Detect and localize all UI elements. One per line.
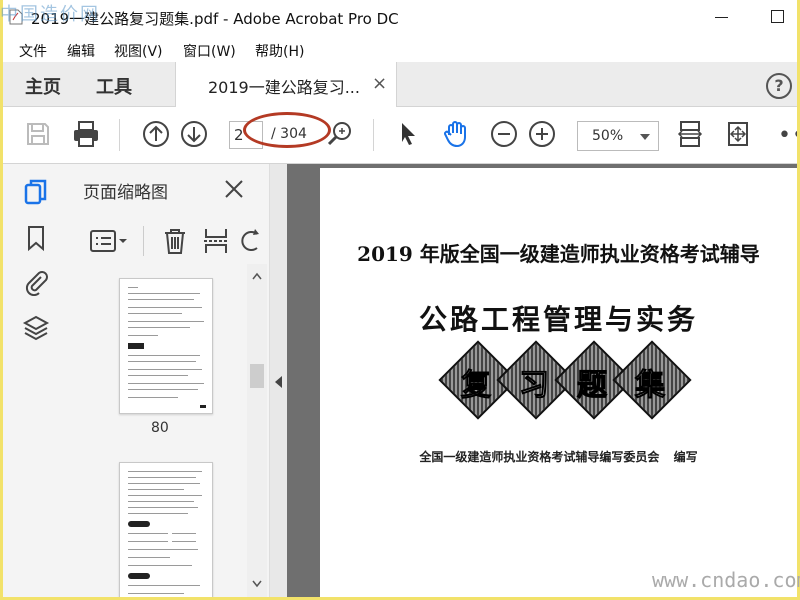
document-subject: 公路工程管理与实务 — [418, 303, 698, 336]
layers-icon[interactable] — [22, 314, 50, 342]
bookmark-icon[interactable] — [22, 224, 50, 252]
page-thumbnail[interactable] — [119, 278, 213, 414]
fit-width-icon[interactable] — [675, 119, 705, 149]
panel-title: 页面缩略图 — [83, 183, 168, 203]
collapse-arrow-icon — [275, 376, 282, 388]
hand-tool-icon[interactable] — [441, 119, 471, 149]
document-author: 全国一级建造师执业资格考试辅导编写委员会 编写 — [419, 450, 698, 464]
toolbar: 2 / 304 50% • — [3, 107, 797, 164]
toolbar-separator — [119, 119, 120, 151]
delete-page-icon[interactable] — [161, 226, 189, 256]
review-char: 题 — [577, 368, 608, 404]
navigation-rail — [3, 164, 62, 597]
print-icon[interactable] — [71, 119, 101, 149]
tab-home[interactable]: 主页 — [25, 73, 61, 99]
review-title: 复 习 题 集 — [438, 340, 692, 420]
chevron-down-icon — [640, 134, 650, 140]
next-page-icon[interactable] — [179, 119, 209, 149]
panel-tools-separator — [143, 226, 144, 256]
scrollbar-thumb[interactable] — [250, 364, 264, 388]
toolbar-separator — [373, 119, 374, 151]
menu-view[interactable]: 视图(V) — [114, 41, 163, 61]
save-icon[interactable] — [23, 119, 53, 149]
panel-collapse-handle[interactable] — [269, 164, 288, 597]
more-tools-icon[interactable]: ••• — [778, 123, 797, 148]
menu-bar: 文件 编辑 视图(V) 窗口(W) 帮助(H) — [3, 36, 797, 62]
acrobat-window: 2019一建公路复习题集.pdf - Adobe Acrobat Pro DC … — [3, 0, 797, 597]
minimize-button[interactable] — [715, 17, 728, 18]
tab-document[interactable]: 2019一建公路复习... × — [175, 62, 397, 107]
scroll-up-icon[interactable] — [252, 272, 262, 280]
menu-file[interactable]: 文件 — [19, 41, 47, 61]
insert-page-icon[interactable] — [201, 226, 231, 256]
thumbnail-page-label: 80 — [151, 420, 169, 436]
page-thumbnails-icon[interactable] — [22, 178, 50, 206]
review-char: 复 — [461, 368, 492, 404]
title-bar: 2019一建公路复习题集.pdf - Adobe Acrobat Pro DC — [3, 0, 797, 36]
tab-bar: 主页 工具 — [3, 62, 797, 107]
select-cursor-icon[interactable] — [393, 119, 423, 149]
zoom-out-icon[interactable] — [489, 119, 519, 149]
help-icon[interactable]: ? — [766, 73, 792, 99]
watermark-bottom: www.cndao.com — [652, 568, 800, 592]
page-thumbnail[interactable] — [119, 462, 213, 597]
menu-window[interactable]: 窗口(W) — [183, 41, 236, 61]
review-char: 习 — [519, 368, 550, 404]
rotate-page-icon[interactable] — [241, 226, 263, 256]
zoom-value: 50% — [592, 128, 624, 144]
thumbnail-scrollbar[interactable] — [247, 264, 267, 597]
menu-edit[interactable]: 编辑 — [67, 41, 95, 61]
zoom-dropdown[interactable]: 50% — [577, 121, 659, 151]
review-char: 集 — [635, 368, 666, 404]
thumbnail-toolbar — [61, 220, 269, 264]
watermark-top: 中国造价网 — [0, 4, 100, 25]
page-highlight-ellipse — [243, 112, 331, 148]
options-menu-icon[interactable] — [89, 228, 129, 254]
document-page: 2019 年版全国一级建造师执业资格考试辅导 公路工程管理与实务 复 习 题 集… — [320, 168, 797, 597]
thumbnail-panel: 页面缩略图 80 — [61, 164, 269, 597]
close-icon[interactable] — [223, 178, 245, 200]
document-heading: 2019 年版全国一级建造师执业资格考试辅导 — [357, 242, 760, 266]
thumbnail-list: 80 — [61, 264, 247, 597]
attachment-icon[interactable] — [22, 268, 50, 296]
zoom-in-icon[interactable] — [527, 119, 557, 149]
menu-help[interactable]: 帮助(H) — [255, 41, 304, 61]
close-tab-icon[interactable]: × — [372, 73, 387, 94]
document-viewer[interactable]: 2019 年版全国一级建造师执业资格考试辅导 公路工程管理与实务 复 习 题 集… — [287, 164, 797, 597]
document-tab-label: 2019一建公路复习... — [208, 78, 360, 97]
maximize-button[interactable] — [771, 10, 784, 23]
previous-page-icon[interactable] — [141, 119, 171, 149]
tab-tools[interactable]: 工具 — [96, 73, 132, 99]
full-screen-icon[interactable] — [723, 119, 753, 149]
scroll-down-icon[interactable] — [252, 580, 262, 588]
